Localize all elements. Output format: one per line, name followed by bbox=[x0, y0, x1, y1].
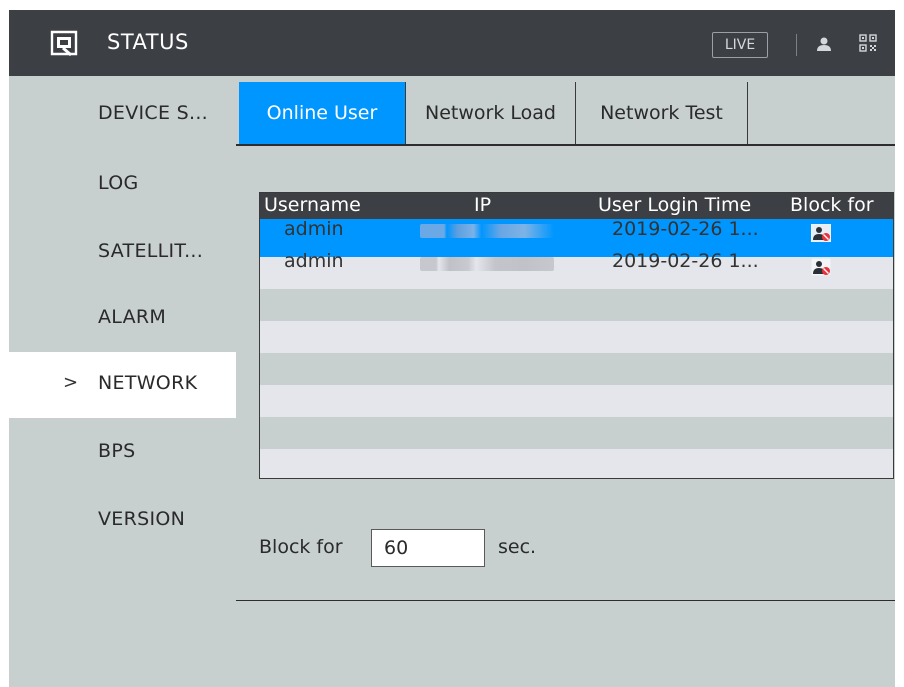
block-user-icon[interactable] bbox=[811, 224, 831, 242]
tab-online-user[interactable]: Online User bbox=[239, 82, 405, 144]
table-row[interactable]: admin 2019-02-26 1... bbox=[260, 250, 893, 289]
tab-network-load[interactable]: Network Load bbox=[405, 82, 576, 144]
username-cell: admin bbox=[284, 250, 344, 272]
table-row bbox=[260, 417, 893, 449]
login-time-cell: 2019-02-26 1... bbox=[612, 218, 759, 240]
table-row bbox=[260, 353, 893, 385]
chevron-right-icon: > bbox=[63, 372, 79, 393]
logo-icon bbox=[50, 30, 78, 57]
live-button[interactable]: LIVE bbox=[712, 32, 768, 58]
seconds-unit-label: sec. bbox=[498, 536, 537, 558]
sidebar-item-label: SATELLIT... bbox=[98, 240, 204, 262]
status-window: STATUS LIVE DEVICE S... LOG SATELLIT... … bbox=[9, 10, 895, 687]
table-row bbox=[260, 449, 893, 478]
block-user-icon[interactable] bbox=[811, 258, 831, 276]
sidebar-item-label: NETWORK bbox=[98, 372, 198, 394]
username-cell: admin bbox=[284, 218, 344, 240]
sidebar-item-label: LOG bbox=[98, 172, 139, 194]
column-header-block-for: Block for bbox=[790, 194, 874, 216]
tab-divider bbox=[236, 144, 895, 146]
sidebar-item-label: BPS bbox=[98, 440, 136, 462]
sidebar-item-label: DEVICE S... bbox=[98, 102, 209, 124]
qr-code-icon[interactable] bbox=[859, 34, 877, 52]
sidebar-item-network[interactable]: > NETWORK bbox=[9, 352, 236, 418]
ip-cell bbox=[420, 224, 554, 238]
page-title: STATUS bbox=[107, 30, 189, 54]
sidebar-item-satellite[interactable]: SATELLIT... bbox=[9, 220, 236, 286]
sidebar-item-label: ALARM bbox=[98, 306, 167, 328]
block-for-label: Block for bbox=[259, 536, 343, 558]
column-header-login-time: User Login Time bbox=[598, 194, 752, 216]
sidebar-item-bps[interactable]: BPS bbox=[9, 420, 236, 486]
online-user-table: Username IP User Login Time Block for ad… bbox=[259, 192, 894, 479]
sidebar-item-device-status[interactable]: DEVICE S... bbox=[9, 82, 236, 148]
table-row[interactable]: admin 2019-02-26 1... bbox=[260, 218, 893, 257]
table-row bbox=[260, 289, 893, 321]
table-row bbox=[260, 385, 893, 417]
header-divider bbox=[796, 34, 797, 56]
table-row bbox=[260, 321, 893, 353]
sidebar: DEVICE S... LOG SATELLIT... ALARM > NETW… bbox=[9, 76, 236, 687]
table-header: Username IP User Login Time Block for bbox=[260, 193, 893, 219]
user-icon[interactable] bbox=[815, 35, 833, 53]
column-header-username: Username bbox=[264, 194, 361, 216]
top-bar: STATUS LIVE bbox=[9, 10, 895, 76]
sidebar-item-alarm[interactable]: ALARM bbox=[9, 286, 236, 352]
sidebar-item-log[interactable]: LOG bbox=[9, 152, 236, 218]
sidebar-item-version[interactable]: VERSION bbox=[9, 488, 236, 554]
column-header-ip: IP bbox=[474, 194, 492, 216]
bottom-divider bbox=[236, 600, 895, 601]
block-duration-input[interactable]: 60 bbox=[371, 529, 485, 567]
tab-network-test[interactable]: Network Test bbox=[576, 82, 748, 144]
login-time-cell: 2019-02-26 1... bbox=[612, 250, 759, 272]
ip-cell bbox=[420, 257, 554, 271]
content-panel: Online User Network Load Network Test Us… bbox=[236, 76, 895, 687]
sidebar-item-label: VERSION bbox=[98, 508, 186, 530]
